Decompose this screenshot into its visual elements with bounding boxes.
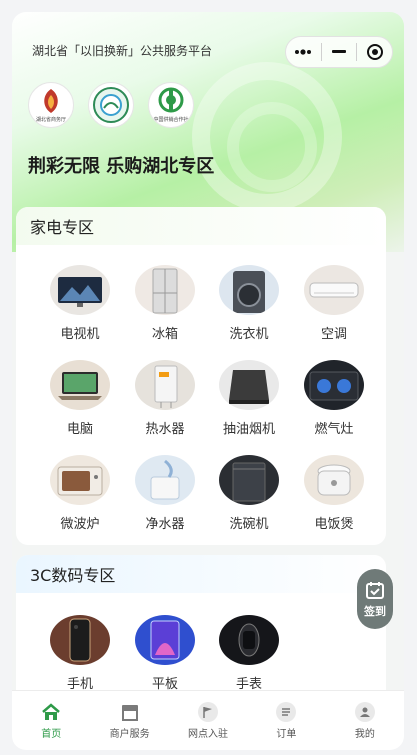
microwave-image <box>50 455 110 505</box>
appliance-zone-card: 家电专区 电视机 冰箱 洗衣机 空调 电脑 热水器 抽油烟机 燃气灶 微波炉 净… <box>16 207 386 545</box>
category-ac[interactable]: 空调 <box>299 265 369 342</box>
category-label: 抽油烟机 <box>222 422 275 437</box>
watch-image <box>219 615 279 665</box>
sign-in-button[interactable]: 签到 <box>357 569 393 629</box>
category-phone[interactable]: 手机 <box>45 615 115 692</box>
category-label: 电饭煲 <box>314 517 354 532</box>
app-screen: 湖北省「以旧换新」公共服务平台 湖北省商务厅 中国供销合作社 荆彩无限 乐购湖北… <box>12 12 404 750</box>
category-water-heater[interactable]: 热水器 <box>130 360 200 437</box>
appliance-zone-title: 家电专区 <box>16 207 386 245</box>
tab-orders[interactable]: 订单 <box>247 691 325 750</box>
range-hood-image <box>219 360 279 410</box>
category-computer[interactable]: 电脑 <box>45 360 115 437</box>
ac-image <box>304 265 364 315</box>
platform-title: 湖北省「以旧换新」公共服务平台 <box>32 44 213 58</box>
category-rice-cooker[interactable]: 电饭煲 <box>299 455 369 532</box>
tab-label: 首页 <box>41 728 62 740</box>
tab-label: 我的 <box>354 728 375 740</box>
more-button[interactable] <box>286 37 321 67</box>
dishwasher-image <box>219 455 279 505</box>
minimize-button[interactable] <box>322 37 357 67</box>
phone-image <box>50 615 110 665</box>
tab-mine[interactable]: 我的 <box>326 691 404 750</box>
fridge-image <box>135 265 195 315</box>
washer-image <box>219 265 279 315</box>
category-label: 净水器 <box>145 517 185 532</box>
logo-caption: 湖北省商务厅 <box>35 117 66 123</box>
rice-cooker-image <box>304 455 364 505</box>
category-tv[interactable]: 电视机 <box>45 265 115 342</box>
tab-home[interactable]: 首页 <box>12 691 90 750</box>
calendar-check-icon <box>366 581 384 599</box>
category-range-hood[interactable]: 抽油烟机 <box>214 360 284 437</box>
category-dishwasher[interactable]: 洗碗机 <box>214 455 284 532</box>
hubei-consumption-logo <box>88 82 134 128</box>
water-heater-image <box>135 360 195 410</box>
mini-program-capsule <box>285 36 393 68</box>
computer-image <box>50 360 110 410</box>
category-label: 热水器 <box>145 422 185 437</box>
shop-icon <box>120 702 140 722</box>
sign-in-label: 签到 <box>364 604 386 618</box>
digital-zone-card: 3C数码专区 手机 平板 手表 <box>16 555 386 705</box>
tablet-image <box>135 615 195 665</box>
tab-label: 订单 <box>276 728 297 740</box>
digital-zone-title: 3C数码专区 <box>16 555 386 593</box>
tab-label: 网点入驻 <box>188 728 229 740</box>
category-label: 洗衣机 <box>229 327 269 342</box>
hero-ornament-inner <box>227 102 317 192</box>
more-icon <box>295 49 312 55</box>
category-label: 微波炉 <box>60 517 100 532</box>
bottom-tab-bar: 首页 商户服务 网点入驻 订单 我的 <box>12 690 404 750</box>
tv-image <box>50 265 110 315</box>
category-label: 电视机 <box>60 327 100 342</box>
hubei-commerce-logo: 湖北省商务厅 <box>28 82 74 128</box>
category-label: 燃气灶 <box>314 422 354 437</box>
category-label: 空调 <box>320 327 347 342</box>
tab-merchant-service[interactable]: 商户服务 <box>90 691 168 750</box>
category-label: 冰箱 <box>151 327 178 342</box>
close-target-icon <box>366 44 383 60</box>
flag-icon <box>198 701 219 722</box>
partner-logos: 湖北省商务厅 中国供销合作社 <box>28 82 194 128</box>
category-washer[interactable]: 洗衣机 <box>214 265 284 342</box>
category-watch[interactable]: 手表 <box>214 615 284 692</box>
order-icon <box>276 701 297 722</box>
category-label: 洗碗机 <box>229 517 269 532</box>
zone-slogan: 荆彩无限 乐购湖北专区 <box>28 156 215 177</box>
tab-label: 商户服务 <box>109 728 150 740</box>
tab-outlet-join[interactable]: 网点入驻 <box>169 691 247 750</box>
category-water-purifier[interactable]: 净水器 <box>130 455 200 532</box>
category-microwave[interactable]: 微波炉 <box>45 455 115 532</box>
supply-coop-logo: 中国供销合作社 <box>148 82 194 128</box>
gas-stove-image <box>304 360 364 410</box>
category-gas-stove[interactable]: 燃气灶 <box>299 360 369 437</box>
logo-caption: 中国供销合作社 <box>153 117 189 123</box>
minimize-icon <box>332 50 346 53</box>
category-fridge[interactable]: 冰箱 <box>130 265 200 342</box>
home-icon <box>41 702 61 722</box>
category-tablet[interactable]: 平板 <box>130 615 200 692</box>
user-icon <box>354 701 375 722</box>
category-label: 电脑 <box>66 422 93 437</box>
close-button[interactable] <box>357 37 392 67</box>
water-purifier-image <box>135 455 195 505</box>
